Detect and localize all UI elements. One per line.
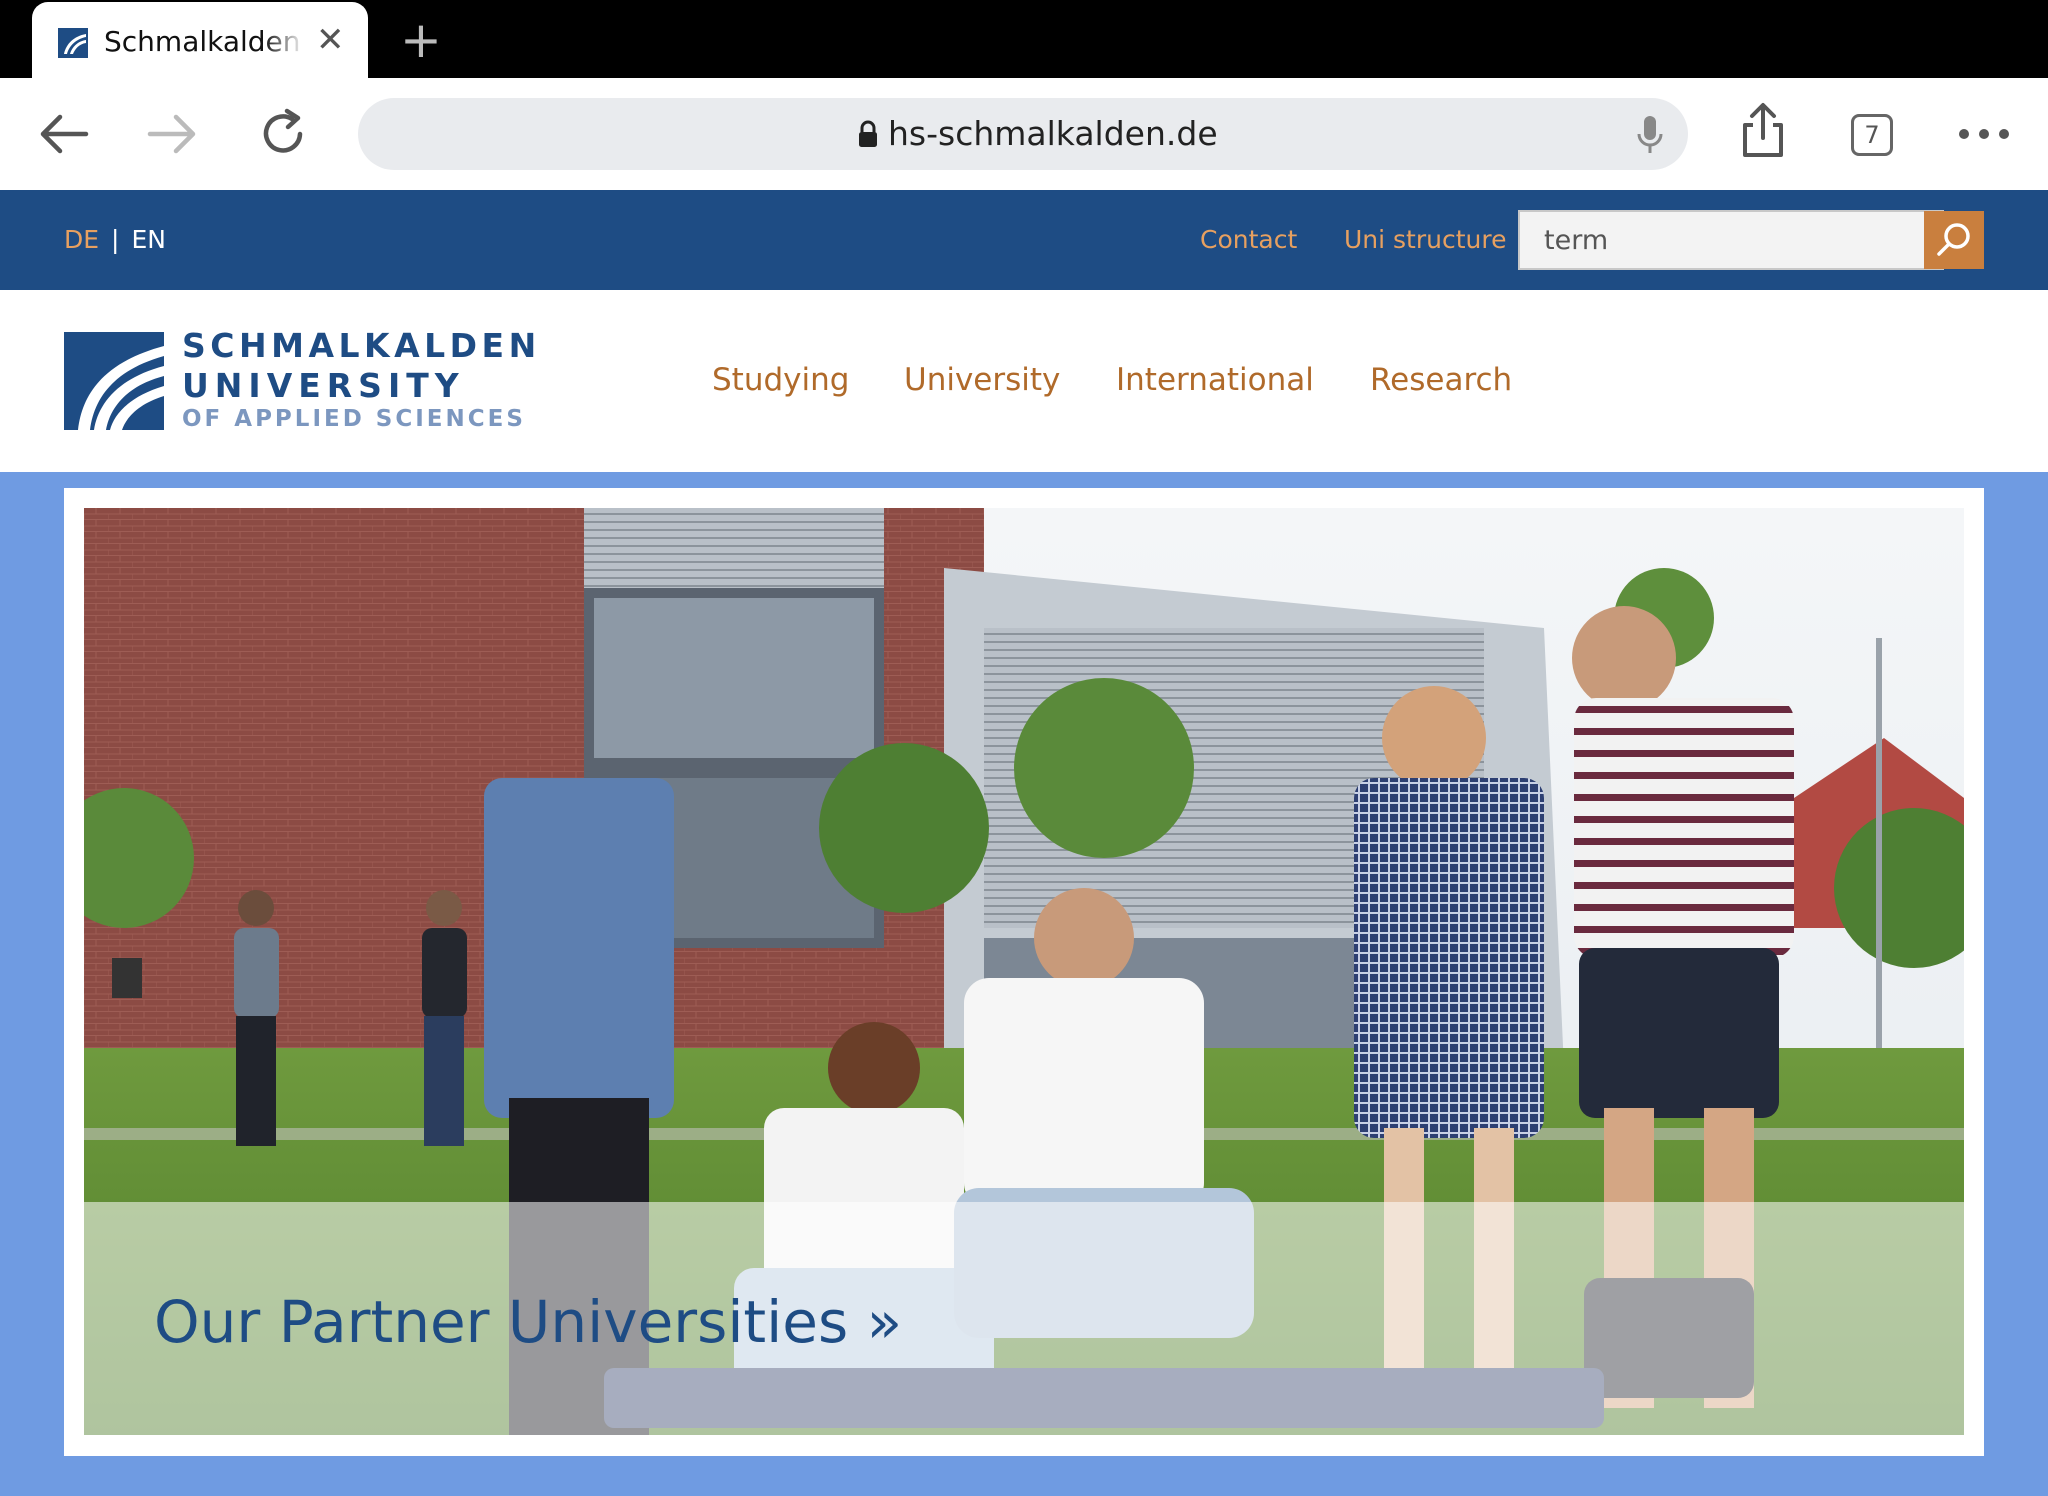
nav-international[interactable]: International — [1116, 362, 1314, 398]
microphone-icon[interactable] — [1636, 114, 1664, 156]
close-tab-icon[interactable]: ✕ — [316, 20, 345, 60]
logo-text-line1: SCHMALKALDEN — [182, 326, 541, 365]
site-top-bar: DE | EN Contact Uni structure — [0, 190, 2048, 290]
tab-count-button[interactable]: 7 — [1851, 114, 1893, 156]
url-text: hs-schmalkalden.de — [888, 114, 1218, 153]
hero-image[interactable]: Our Partner Universities » — [84, 508, 1964, 1435]
lang-separator: | — [111, 225, 120, 254]
nav-studying[interactable]: Studying — [712, 362, 849, 398]
page-background — [0, 1476, 2048, 1496]
share-icon[interactable] — [1733, 100, 1793, 160]
site-header: SCHMALKALDEN UNIVERSITY OF APPLIED SCIEN… — [0, 290, 2048, 472]
browser-tab[interactable]: Schmalkalden University of Applied Scien… — [32, 2, 368, 80]
new-tab-icon[interactable]: + — [400, 12, 442, 68]
search-input[interactable] — [1518, 210, 1944, 270]
logo-text-line2: UNIVERSITY — [182, 366, 465, 405]
back-icon[interactable] — [34, 104, 94, 164]
lock-icon — [859, 120, 877, 147]
contact-link[interactable]: Contact — [1200, 190, 1297, 290]
forward-icon[interactable] — [142, 104, 202, 164]
search-button[interactable] — [1924, 211, 1984, 269]
logo-text-line3: OF APPLIED SCIENCES — [182, 406, 526, 432]
site-favicon-icon — [58, 28, 88, 58]
address-bar[interactable]: hs-schmalkalden.de — [358, 98, 1688, 170]
nav-research[interactable]: Research — [1370, 362, 1512, 398]
reload-icon[interactable] — [254, 104, 314, 164]
search-icon — [1937, 223, 1970, 256]
tab-title: Schmalkalden University of Applied Scien… — [104, 25, 304, 58]
uni-structure-link[interactable]: Uni structure — [1344, 190, 1507, 290]
browser-tab-strip: Schmalkalden University of Applied Scien… — [0, 0, 2048, 80]
more-options-icon[interactable] — [1954, 104, 2014, 164]
language-switcher: DE | EN — [64, 190, 166, 290]
lang-de-link[interactable]: DE — [64, 225, 99, 254]
browser-toolbar: hs-schmalkalden.de 7 — [0, 78, 2048, 190]
lang-en-link[interactable]: EN — [131, 225, 166, 254]
partner-universities-link[interactable]: Our Partner Universities » — [154, 1288, 902, 1356]
university-logo-icon[interactable] — [64, 332, 164, 430]
nav-university[interactable]: University — [904, 362, 1060, 398]
